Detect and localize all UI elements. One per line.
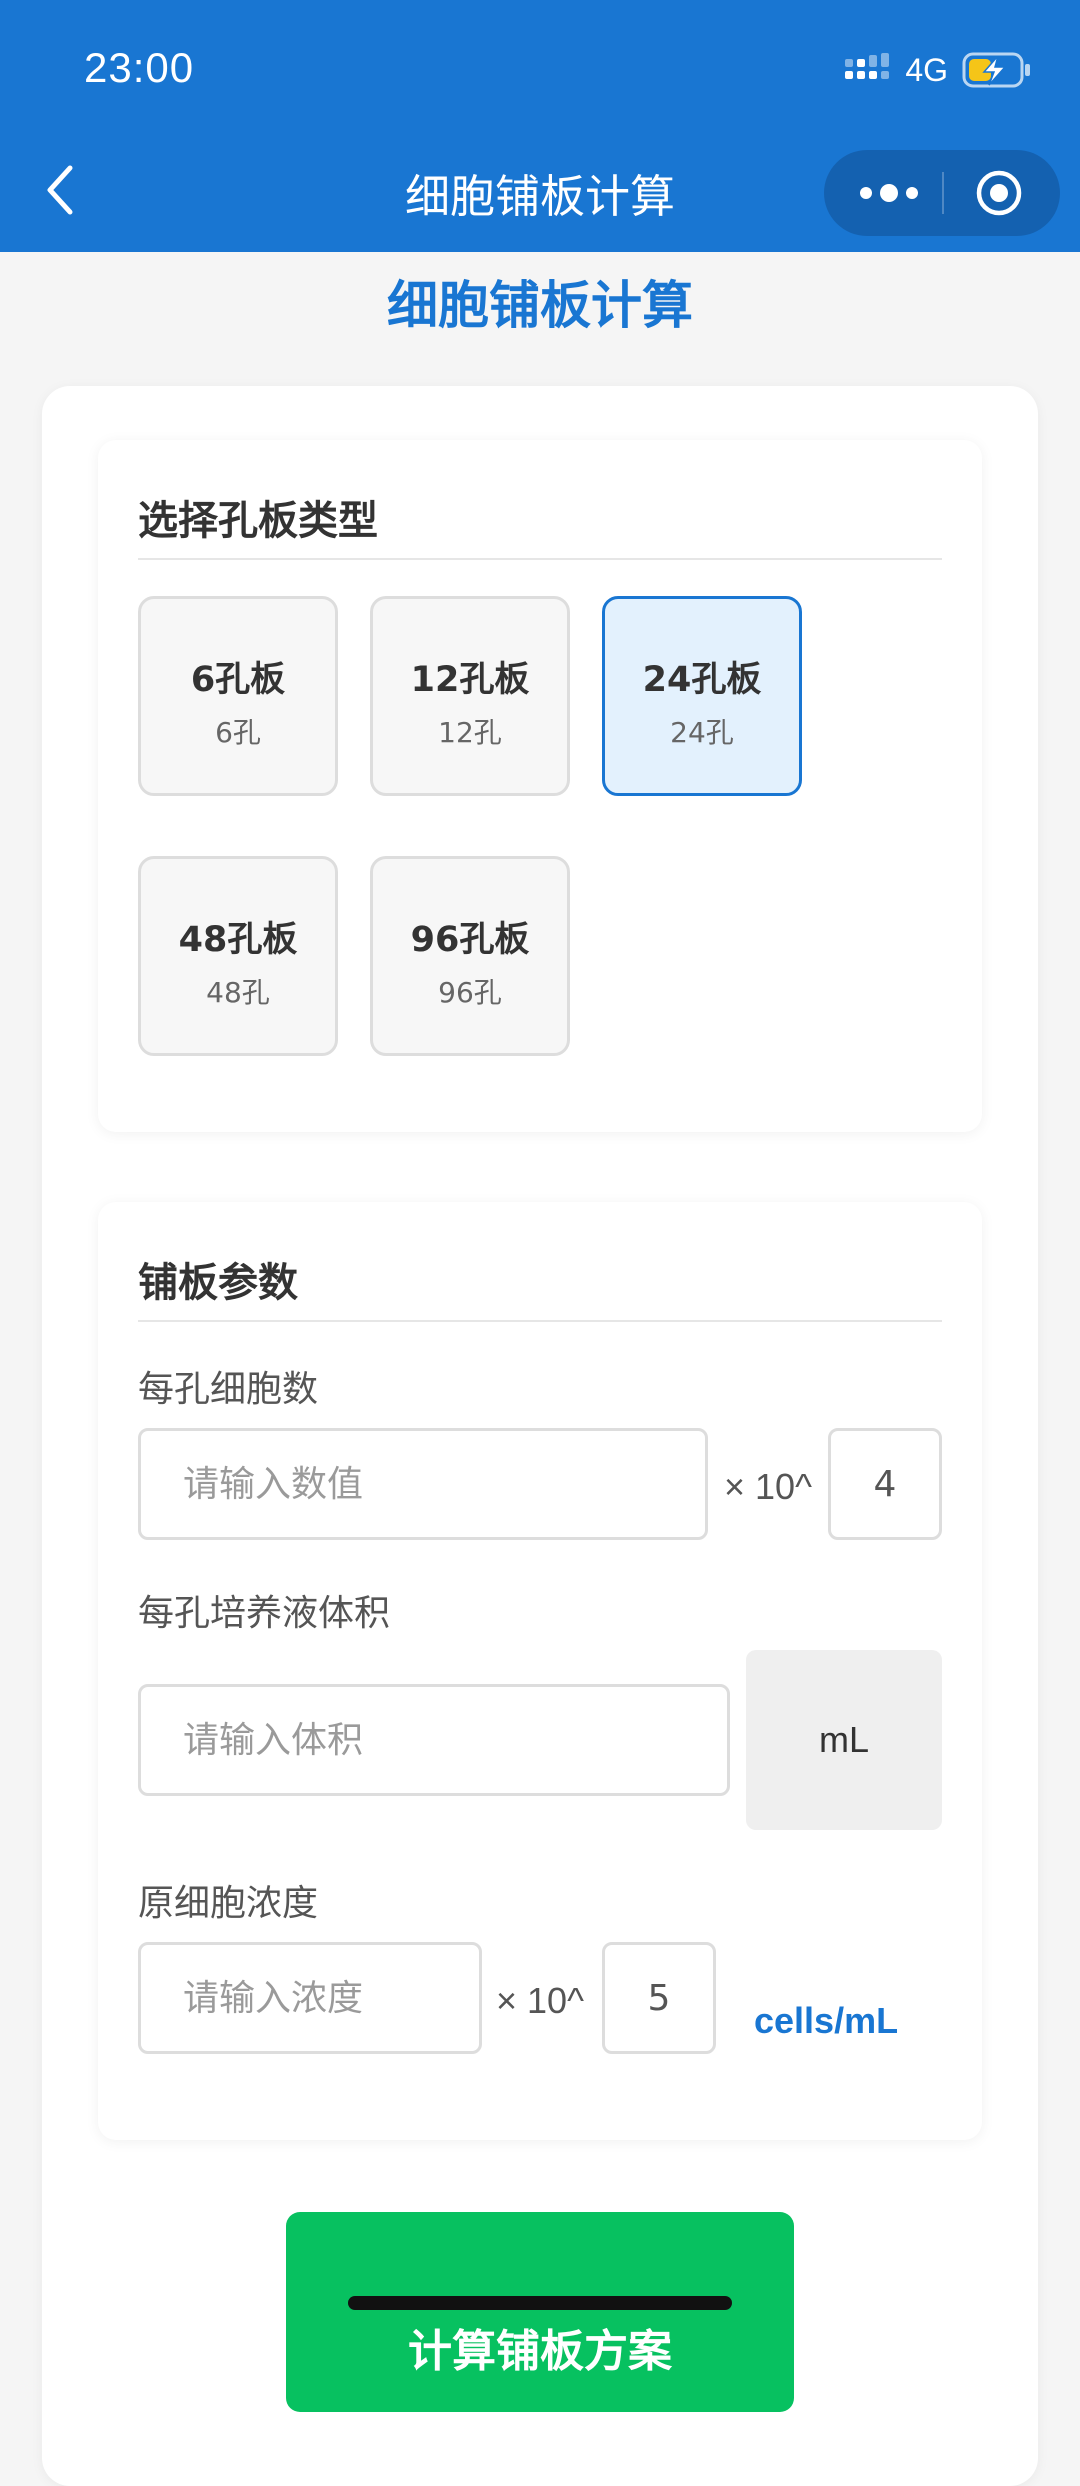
mini-program-capsule [824, 150, 1060, 236]
plate-option-96[interactable]: 96孔板 96孔 [370, 856, 570, 1056]
plate-name: 48孔板 [178, 920, 298, 960]
plate-option-12[interactable]: 12孔板 12孔 [370, 596, 570, 796]
medium-volume-input[interactable] [138, 1684, 730, 1796]
multiplier-symbol: × 10^ [496, 1980, 584, 2021]
battery-charging-icon [962, 52, 1030, 88]
concentration-unit: cells/mL [754, 2000, 899, 2041]
cells-per-well-exponent-input[interactable] [828, 1428, 942, 1540]
plate-option-48[interactable]: 48孔板 48孔 [138, 856, 338, 1056]
params-section-title: 铺板参数 [138, 1260, 298, 1306]
plate-type-section: 选择孔板类型 6孔板 6孔 12孔板 12孔 24孔板 24孔 48孔板 48孔… [98, 440, 982, 1132]
capsule-divider [942, 172, 944, 214]
calculate-plan-button[interactable]: 计算铺板方案 [286, 2212, 794, 2412]
plating-params-section: 铺板参数 每孔细胞数 × 10^ 每孔培养液体积 mL 原细胞浓度 × 10^ … [98, 1202, 982, 2140]
plate-name: 96孔板 [410, 920, 530, 960]
plate-well-count: 48孔 [206, 976, 270, 1009]
close-target-icon[interactable] [974, 168, 1024, 218]
section-divider [138, 1320, 942, 1322]
medium-volume-label: 每孔培养液体积 [138, 1593, 391, 1634]
status-time: 23:00 [84, 44, 195, 91]
plate-option-6[interactable]: 6孔板 6孔 [138, 596, 338, 796]
plate-section-title: 选择孔板类型 [138, 498, 378, 544]
more-dots-icon[interactable] [854, 172, 924, 214]
plate-name: 24孔板 [642, 660, 762, 700]
plate-well-count: 12孔 [438, 716, 502, 749]
stock-concentration-label: 原细胞浓度 [138, 1883, 319, 1924]
stock-concentration-exponent-input[interactable] [602, 1942, 716, 2054]
plate-well-count: 96孔 [438, 976, 502, 1009]
plate-well-count: 6孔 [215, 716, 261, 749]
home-indicator [348, 2296, 732, 2310]
plate-option-24[interactable]: 24孔板 24孔 [602, 596, 802, 796]
network-type: 4G [905, 51, 948, 88]
cells-per-well-input[interactable] [138, 1428, 708, 1540]
plate-name: 12孔板 [410, 660, 530, 700]
multiplier-symbol: × 10^ [724, 1466, 812, 1507]
cells-per-well-label: 每孔细胞数 [138, 1369, 319, 1410]
plate-well-count: 24孔 [670, 716, 734, 749]
signal-icon [845, 53, 890, 79]
section-divider [138, 558, 942, 560]
plate-name: 6孔板 [190, 660, 286, 700]
top-navigation-bar: 23:00 4G 细胞铺板计算 [0, 0, 1080, 252]
page-heading: 细胞铺板计算 [386, 277, 693, 336]
volume-unit-box: mL [746, 1650, 942, 1830]
stock-concentration-input[interactable] [138, 1942, 482, 2054]
status-indicators: 4G [845, 48, 1032, 92]
